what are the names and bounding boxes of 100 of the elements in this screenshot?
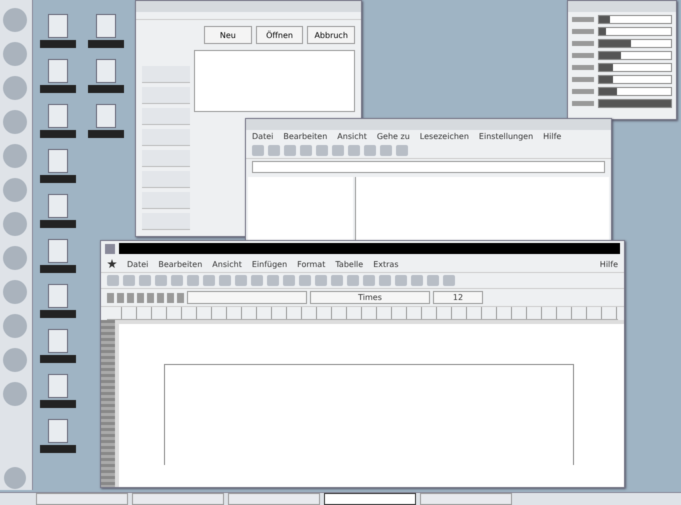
help-menu[interactable]: Hilfe: [600, 260, 618, 268]
sidebar-item[interactable]: [142, 87, 190, 104]
file-icon[interactable]: [48, 149, 68, 173]
menu-item[interactable]: Lesezeichen: [420, 132, 469, 141]
panel-launcher-icon[interactable]: [3, 76, 27, 100]
menu-item[interactable]: Datei: [127, 260, 148, 268]
sidebar-item[interactable]: [142, 171, 190, 188]
icon-label-bar: [40, 175, 76, 183]
toolbar-icon[interactable]: [316, 145, 328, 156]
file-icon[interactable]: [48, 59, 68, 83]
icon-label-bar: [40, 355, 76, 363]
toolbar-icon[interactable]: [219, 275, 231, 286]
menu-item[interactable]: Ansicht: [337, 132, 367, 141]
toolbar-icon[interactable]: [395, 275, 407, 286]
menu-item[interactable]: Ansicht: [212, 260, 242, 268]
icon-label-bar: [40, 400, 76, 408]
file-icon[interactable]: [48, 284, 68, 308]
panel-launcher-icon[interactable]: [3, 42, 27, 66]
panel-launcher-icon[interactable]: [3, 8, 27, 32]
location-field[interactable]: [252, 161, 605, 173]
toolbar-icon[interactable]: [155, 275, 167, 286]
toolbar-icon[interactable]: [139, 275, 151, 286]
menu-item[interactable]: Datei: [252, 132, 274, 141]
toolbar-icon[interactable]: [267, 275, 279, 286]
menu-item[interactable]: Format: [297, 260, 326, 268]
dialog-button[interactable]: Öffnen: [256, 26, 304, 44]
icon-label-bar: [40, 40, 76, 48]
toolbar-icon[interactable]: [443, 275, 455, 286]
panel-launcher-icon[interactable]: [3, 144, 27, 168]
file-icon[interactable]: [48, 194, 68, 218]
menu-item[interactable]: Einstellungen: [478, 132, 534, 141]
panel-launcher-icon[interactable]: [3, 110, 27, 134]
file-icon[interactable]: [48, 14, 68, 38]
file-icon[interactable]: [48, 374, 68, 398]
panel-launcher-icon[interactable]: [3, 314, 27, 338]
toolbar-icon[interactable]: [187, 275, 199, 286]
toolbar-icon[interactable]: [171, 275, 183, 286]
file-icon[interactable]: [48, 104, 68, 128]
text-area[interactable]: [194, 50, 355, 112]
icon-label-bar: [40, 265, 76, 273]
file-icon[interactable]: [48, 239, 68, 263]
sidebar-item[interactable]: [142, 108, 190, 125]
file-icon[interactable]: [96, 59, 116, 83]
toolbar-icon[interactable]: [251, 275, 263, 286]
file-icon[interactable]: [96, 104, 116, 128]
icon-label-bar: [40, 220, 76, 228]
file-icon[interactable]: [48, 329, 68, 353]
toolbar-icon[interactable]: [379, 275, 391, 286]
panel-launcher-icon[interactable]: [3, 246, 27, 270]
sidebar-item[interactable]: [142, 129, 190, 146]
toolbar-icon[interactable]: [123, 275, 135, 286]
panel-launcher-icon[interactable]: [3, 212, 27, 236]
menu-item[interactable]: Bearbeiten: [158, 260, 202, 268]
toolbar-icon[interactable]: [347, 275, 359, 286]
icon-label-bar: [40, 445, 76, 453]
toolbar-icon[interactable]: [427, 275, 439, 286]
menu-item[interactable]: Hilfe: [543, 132, 562, 141]
toolbar-icon[interactable]: [331, 275, 343, 286]
toolbar-icon[interactable]: [364, 145, 376, 156]
menu-item[interactable]: Einfügen: [252, 260, 288, 268]
menu-item[interactable]: Bearbeiten: [283, 132, 328, 141]
sidebar-item[interactable]: [142, 150, 190, 167]
toolbar-icon[interactable]: [332, 145, 344, 156]
panel-launcher-icon[interactable]: [3, 280, 27, 304]
sidebar-item[interactable]: [142, 66, 190, 83]
toolbar-icon[interactable]: [411, 275, 423, 286]
toolbar-icon[interactable]: [252, 145, 264, 156]
menu-item[interactable]: Gehe zu: [376, 132, 410, 141]
icon-label-bar: [88, 85, 124, 93]
document-page[interactable]: [119, 324, 624, 487]
toolbar-icon[interactable]: [348, 145, 360, 156]
font-dropdown[interactable]: Times: [310, 291, 430, 304]
style-dropdown[interactable]: [187, 291, 307, 304]
dialog-button[interactable]: Neu: [204, 26, 252, 44]
panel-launcher-icon[interactable]: [3, 382, 27, 406]
toolbar-icon[interactable]: [107, 275, 119, 286]
file-icon[interactable]: [48, 419, 68, 443]
toolbar-icon[interactable]: [203, 275, 215, 286]
toolbar-icon[interactable]: [299, 275, 311, 286]
sidebar-item[interactable]: [142, 213, 190, 230]
panel-launcher-icon[interactable]: [3, 178, 27, 202]
sidebar-item[interactable]: [142, 192, 190, 209]
toolbar-icon[interactable]: [363, 275, 375, 286]
toolbar-icon[interactable]: [235, 275, 247, 286]
toolbar-icon[interactable]: [315, 275, 327, 286]
toolbar-icon[interactable]: [300, 145, 312, 156]
taskbar-button[interactable]: [324, 493, 416, 505]
meter-label-bar: [572, 53, 594, 58]
menu-item[interactable]: Extras: [373, 260, 398, 268]
menu-item[interactable]: Tabelle: [335, 260, 364, 268]
toolbar-icon[interactable]: [396, 145, 408, 156]
toolbar-icon[interactable]: [284, 145, 296, 156]
panel-launcher-icon[interactable]: [3, 348, 27, 372]
dialog-button[interactable]: Abbruch: [307, 26, 356, 44]
size-dropdown[interactable]: 12: [433, 291, 483, 304]
toolbar-icon[interactable]: [283, 275, 295, 286]
toolbar-icon[interactable]: [380, 145, 392, 156]
toolbar-icon[interactable]: [268, 145, 280, 156]
window-menu-icon[interactable]: [105, 244, 115, 254]
file-icon[interactable]: [96, 14, 116, 38]
